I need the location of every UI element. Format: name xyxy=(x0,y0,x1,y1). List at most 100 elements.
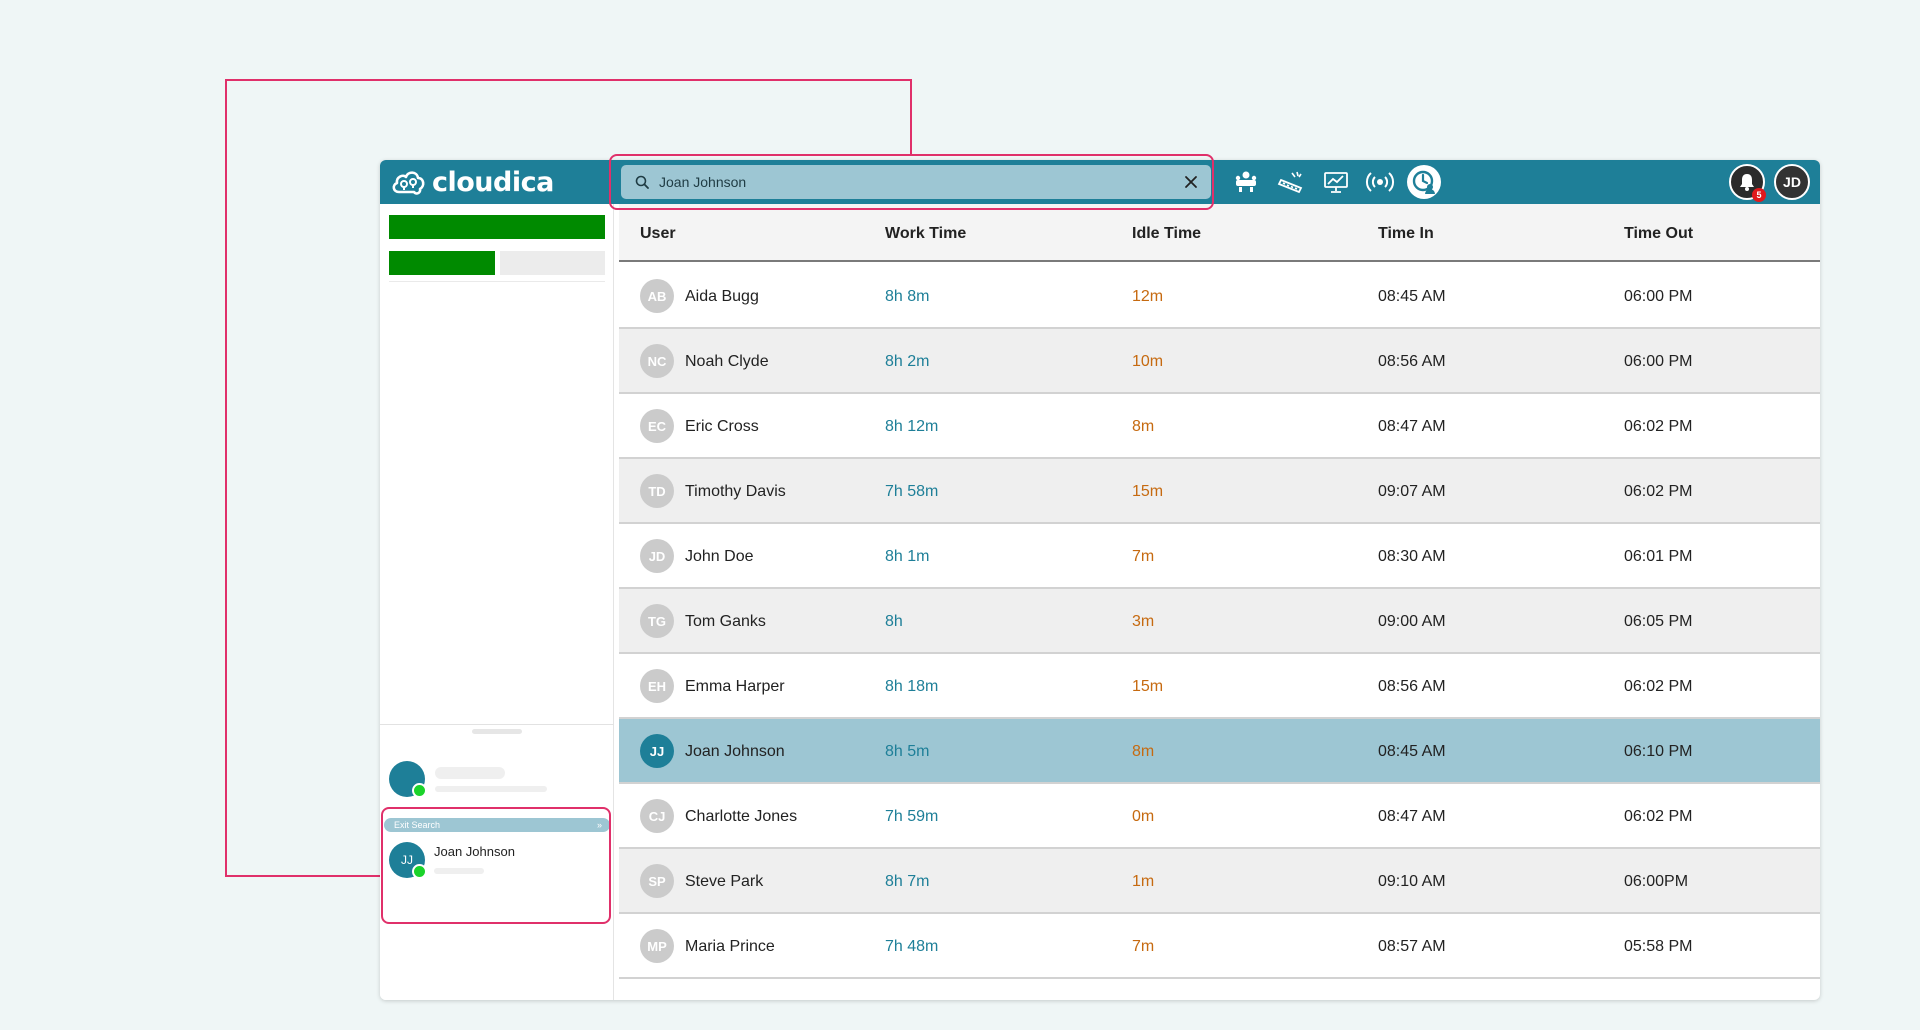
avatar: JJ xyxy=(640,734,674,768)
progress-bar-remaining xyxy=(500,251,605,275)
top-bar: cloudica Joan Johnson 5 JD xyxy=(380,160,1820,204)
sidebar: Exit Search » JJ Joan Johnson xyxy=(380,204,614,1000)
user-name: Aida Bugg xyxy=(685,288,759,305)
exit-search-label: Exit Search xyxy=(394,820,441,830)
close-icon[interactable] xyxy=(1183,174,1199,190)
time-out: 06:10 PM xyxy=(1624,743,1693,760)
exit-search-button[interactable]: Exit Search » xyxy=(384,818,610,832)
progress-bar-full xyxy=(389,215,605,239)
app-window: cloudica Joan Johnson 5 JD Exit Search »… xyxy=(380,160,1820,1000)
notifications-button[interactable]: 5 xyxy=(1729,164,1766,202)
time-in: 08:30 AM xyxy=(1378,548,1446,565)
time-in: 09:07 AM xyxy=(1378,483,1446,500)
table-row[interactable]: JJ Joan Johnson 8h 5m 8m 08:45 AM 06:10 PM xyxy=(619,719,1820,784)
avatar: TD xyxy=(640,474,674,508)
double-chevron-right-icon: » xyxy=(596,820,602,830)
avatar: NC xyxy=(640,344,674,378)
idle-time: 3m xyxy=(1132,613,1155,630)
table-row[interactable]: AB Aida Bugg 8h 8m 12m 08:45 AM 06:00 PM xyxy=(619,264,1820,329)
keyboard-icon[interactable] xyxy=(1276,168,1306,196)
idle-time: 12m xyxy=(1132,288,1164,305)
time-out: 06:02 PM xyxy=(1624,418,1693,435)
table-row[interactable]: TD Timothy Davis 7h 58m 15m 09:07 AM 06:02 PM xyxy=(619,459,1820,524)
search-result-name[interactable]: Joan Johnson xyxy=(434,844,515,859)
logo[interactable]: cloudica xyxy=(390,164,554,200)
time-out: 06:00 PM xyxy=(1624,353,1693,370)
table-row[interactable]: MP Maria Prince 7h 48m 7m 08:57 AM 05:58 PM xyxy=(619,914,1820,979)
activity-table: User Work Time Idle Time Time In Time Ou… xyxy=(619,204,1820,1000)
table-row[interactable]: SP Steve Park 8h 7m 1m 09:10 AM 06:00PM xyxy=(619,849,1820,914)
table-row[interactable]: NC Noah Clyde 8h 2m 10m 08:56 AM 06:00 PM xyxy=(619,329,1820,394)
avatar: JD xyxy=(640,539,674,573)
table-row[interactable]: JD John Doe 8h 1m 7m 08:30 AM 06:01 PM xyxy=(619,524,1820,589)
avatar: EC xyxy=(640,409,674,443)
search-result-avatar[interactable]: JJ xyxy=(389,842,427,879)
work-time: 8h 18m xyxy=(885,678,939,695)
work-time: 7h 59m xyxy=(885,808,939,825)
conference-icon[interactable] xyxy=(1231,168,1261,196)
time-in: 08:47 AM xyxy=(1378,808,1446,825)
idle-time: 7m xyxy=(1132,938,1155,955)
placeholder-text xyxy=(435,767,505,779)
work-time: 8h xyxy=(885,613,903,630)
table-row[interactable]: CJ Charlotte Jones 7h 59m 0m 08:47 AM 06:02 P… xyxy=(619,784,1820,849)
monitor-chart-icon[interactable] xyxy=(1321,168,1351,196)
idle-time: 1m xyxy=(1132,873,1155,890)
user-name: Maria Prince xyxy=(685,938,775,955)
work-time: 8h 5m xyxy=(885,743,930,760)
online-status-dot xyxy=(412,864,427,879)
column-header-idle-time[interactable]: Idle Time xyxy=(1132,225,1201,243)
time-out: 06:00PM xyxy=(1624,873,1689,890)
work-time: 7h 58m xyxy=(885,483,939,500)
time-in: 08:47 AM xyxy=(1378,418,1446,435)
current-user-avatar[interactable]: JD xyxy=(1774,164,1810,200)
work-time: 8h 12m xyxy=(885,418,939,435)
idle-time: 15m xyxy=(1132,678,1164,695)
idle-time: 15m xyxy=(1132,483,1164,500)
user-name: Eric Cross xyxy=(685,418,759,435)
table-row[interactable]: TG Tom Ganks 8h 3m 09:00 AM 06:05 PM xyxy=(619,589,1820,654)
placeholder-text xyxy=(435,786,547,792)
time-in: 08:56 AM xyxy=(1378,678,1446,695)
time-out: 06:02 PM xyxy=(1624,678,1693,695)
annotation-line xyxy=(225,79,227,877)
avatar: EH xyxy=(640,669,674,703)
user-name: Emma Harper xyxy=(685,678,785,695)
annotation-line xyxy=(225,875,383,877)
time-in: 08:45 AM xyxy=(1378,288,1446,305)
time-in: 09:00 AM xyxy=(1378,613,1446,630)
time-in: 08:45 AM xyxy=(1378,743,1446,760)
column-header-time-out[interactable]: Time Out xyxy=(1624,225,1693,243)
drag-handle[interactable] xyxy=(472,729,522,734)
logo-text: cloudica xyxy=(432,166,554,198)
avatar: TG xyxy=(640,604,674,638)
avatar xyxy=(389,761,427,798)
broadcast-icon[interactable] xyxy=(1365,168,1395,196)
time-out: 06:02 PM xyxy=(1624,808,1693,825)
search-input[interactable] xyxy=(659,171,1159,193)
idle-time: 8m xyxy=(1132,418,1155,435)
user-name: Tom Ganks xyxy=(685,613,766,630)
time-out: 06:05 PM xyxy=(1624,613,1693,630)
table-row[interactable]: EH Emma Harper 8h 18m 15m 08:56 AM 06:02 PM xyxy=(619,654,1820,719)
time-out: 06:02 PM xyxy=(1624,483,1693,500)
column-header-time-in[interactable]: Time In xyxy=(1378,225,1434,243)
time-in: 08:57 AM xyxy=(1378,938,1446,955)
clock-user-icon[interactable] xyxy=(1407,165,1441,199)
user-name: Joan Johnson xyxy=(685,743,785,760)
time-in: 09:10 AM xyxy=(1378,873,1446,890)
column-header-work-time[interactable]: Work Time xyxy=(885,225,966,243)
user-name: Steve Park xyxy=(685,873,764,890)
progress-bar-partial xyxy=(389,251,495,275)
table-row[interactable]: EC Eric Cross 8h 12m 8m 08:47 AM 06:02 PM xyxy=(619,394,1820,459)
search-icon xyxy=(635,175,649,189)
annotation-line xyxy=(910,79,912,156)
avatar: AB xyxy=(640,279,674,313)
work-time: 8h 8m xyxy=(885,288,930,305)
search-bar[interactable] xyxy=(621,165,1211,199)
table-header: User Work Time Idle Time Time In Time Ou… xyxy=(619,204,1820,262)
time-out: 06:01 PM xyxy=(1624,548,1693,565)
column-header-user[interactable]: User xyxy=(640,225,676,243)
time-out: 05:58 PM xyxy=(1624,938,1693,955)
online-status-dot xyxy=(412,783,427,798)
